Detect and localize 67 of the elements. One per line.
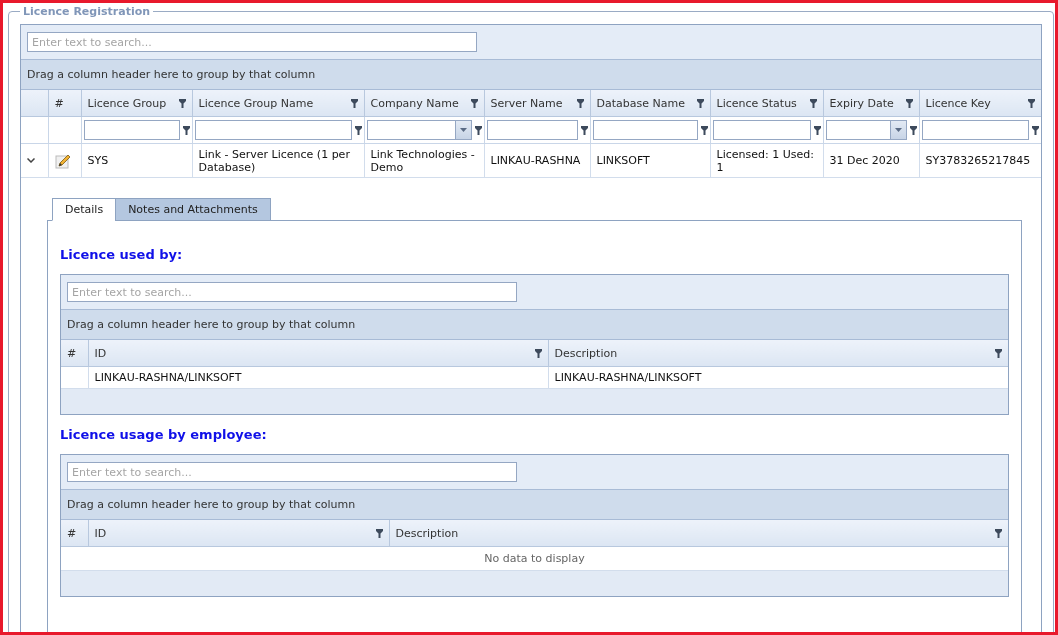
filter-icon[interactable] [470,98,478,108]
column-header[interactable]: ID [88,340,548,367]
column-header[interactable]: Description [389,520,1008,547]
column-header[interactable]: # [61,340,88,367]
filter-icon[interactable] [474,125,482,135]
filter-icon[interactable] [375,528,383,538]
search-field[interactable]: Enter text to search... [67,282,517,302]
filter-icon[interactable] [182,125,190,135]
filter-icon[interactable] [813,125,821,135]
column-header[interactable]: Expiry Date [823,90,919,117]
group-panel: Drag a column header here to group by that column [61,490,1008,520]
column-header[interactable]: Licence Group [81,90,192,117]
filter-icon[interactable] [1032,125,1039,135]
expand-header [21,90,48,117]
section-heading: Licence used by: [60,247,184,262]
column-header[interactable]: Company Name [364,90,484,117]
pencil-icon[interactable] [54,152,71,169]
search-field[interactable]: Enter text to search... [67,462,517,482]
filter-icon[interactable] [178,98,186,108]
filter-icon[interactable] [905,98,913,108]
column-header[interactable]: Description [548,340,1008,367]
table-cell: SYS [81,143,192,178]
tab[interactable]: Notes and Attachments [115,198,271,221]
table-cell: LINKAU-RASHNA/LINKSOFT [88,366,548,389]
filter-icon[interactable] [700,125,708,135]
group-legend: Licence Registration [20,5,154,18]
chevron-icon[interactable] [27,158,35,163]
filter-icon[interactable] [576,98,584,108]
filter-field[interactable] [486,120,578,140]
filter-icon[interactable] [809,98,817,108]
filter-field[interactable] [921,120,1029,140]
filter-field[interactable] [194,120,352,140]
empty-message: No data to display [61,546,1008,571]
column-header[interactable]: # [48,90,81,117]
column-header[interactable]: ID [88,520,389,547]
filter-icon[interactable] [534,348,542,358]
column-header[interactable]: Licence Status [710,90,823,117]
column-header[interactable]: Server Name [484,90,590,117]
filter-icon[interactable] [354,125,362,135]
filter-field[interactable] [592,120,698,140]
filter-icon[interactable] [909,125,917,135]
search-field[interactable]: Enter text to search... [27,32,477,52]
filter-icon[interactable] [995,528,1002,538]
table-cell: LINKSOFT [590,143,710,178]
table-cell: Licensed: 1 Used: 1 [710,143,823,178]
filter-field[interactable] [712,120,811,140]
table-cell: LINKAU-RASHNA [484,143,590,178]
filter-field[interactable] [83,120,180,140]
group-panel: Drag a column header here to group by that column [21,60,1041,90]
table-cell: Link Technologies - Demo [364,143,484,178]
caret-icon [459,128,467,132]
table-cell: 31 Dec 2020 [823,143,919,178]
group-panel: Drag a column header here to group by that column [61,310,1008,340]
section-heading: Licence usage by employee: [60,427,268,442]
filter-icon[interactable] [696,98,704,108]
tab[interactable]: Details [52,198,117,221]
column-header[interactable]: # [61,520,88,547]
filter-icon[interactable] [1028,98,1035,108]
filter-icon[interactable] [580,125,588,135]
table-cell [61,366,88,389]
filter-icon[interactable] [350,98,358,108]
caret-icon [894,128,902,132]
filter-icon[interactable] [995,348,1002,358]
column-header[interactable]: Licence Key [919,90,1041,117]
column-header[interactable]: Licence Group Name [192,90,364,117]
table-cell: Link - Server Licence (1 per Database) [192,143,364,178]
column-header[interactable]: Database Name [590,90,710,117]
